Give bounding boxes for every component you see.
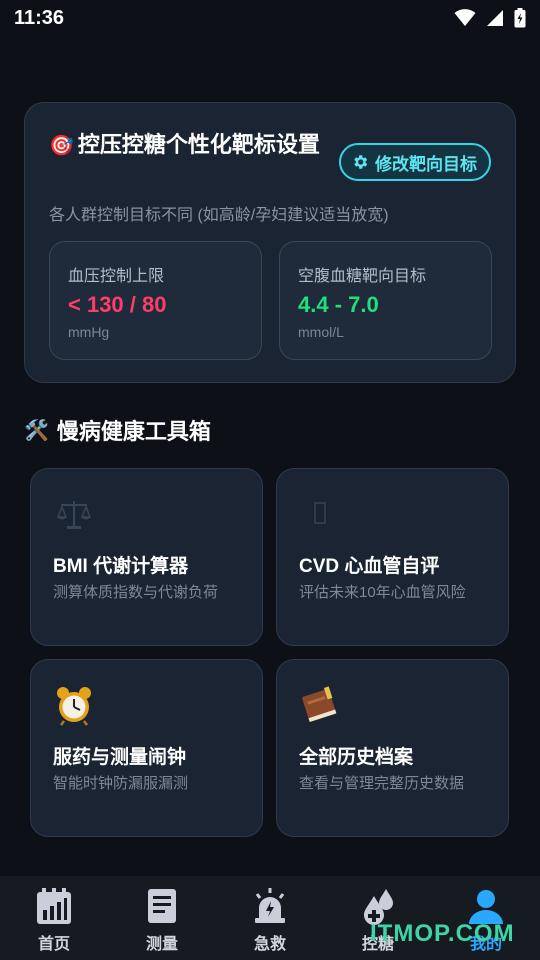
target-card-subtitle: 各人群控制目标不同 (如高龄/孕妇建议适当放宽) [49,207,389,224]
nav-label-emergency: 急救 [253,936,286,953]
status-bar: 11:36 [0,0,540,36]
heart-icon [314,502,326,524]
bp-target-label: 血压控制上限 [68,268,165,285]
tool-card-alarm[interactable]: 服药与测量闹钟 智能时钟防漏服漏测 [30,659,263,837]
modify-target-button[interactable]: 修改靶向目标 [339,143,491,181]
target-card-title-text: 控压控糖个性化靶标设置 [77,132,320,157]
alarm-clock-icon [57,687,91,726]
tool-title-alarm: 服药与测量闹钟 [53,747,187,768]
glucose-target-box[interactable]: 空腹血糖靶向目标 4.4 - 7.0 mmol/L [279,241,492,360]
gear-icon [354,155,368,169]
tool-title-bmi: BMI 代谢计算器 [53,556,189,577]
nav-item-emergency[interactable]: 急救 [216,876,324,960]
tool-title-cvd: CVD 心血管自评 [299,556,440,577]
nav-label-measure: 测量 [145,936,178,953]
glucose-target-unit: mmol/L [298,324,344,340]
status-time: 11:36 [14,6,65,29]
tool-desc-history: 查看与管理完整历史数据 [299,775,465,792]
toolbox-section-title: 🛠️ 慢病健康工具箱 [24,414,211,446]
cell-signal-icon [487,10,503,26]
toolbox-title-text: 慢病健康工具箱 [56,419,211,444]
scales-icon [56,501,92,529]
nav-item-measure[interactable]: 测量 [108,876,216,960]
wifi-icon [454,9,476,26]
target-card-title: 🎯 控压控糖个性化靶标设置 [49,127,339,164]
tools-icon: 🛠️ [24,419,49,442]
clipboard-icon [148,889,176,923]
bp-target-box[interactable]: 血压控制上限 < 130 / 80 mmHg [49,241,262,360]
glucose-target-label: 空腹血糖靶向目标 [298,268,427,285]
tool-card-history[interactable]: 全部历史档案 查看与管理完整历史数据 [276,659,509,837]
tool-card-bmi[interactable]: BMI 代谢计算器 测算体质指数与代谢负荷 [30,468,263,646]
book-icon [302,686,337,722]
siren-icon [255,888,285,923]
tool-desc-bmi: 测算体质指数与代谢负荷 [53,584,219,601]
tool-title-history: 全部历史档案 [299,747,414,768]
bp-target-value: < 130 / 80 [68,292,167,317]
nav-label-home: 首页 [37,936,70,953]
home-chart-icon [37,888,71,924]
watermark: ITMOP.COM [370,920,515,947]
tool-desc-cvd: 评估未来10年心血管风险 [299,584,466,601]
status-icons [454,8,526,28]
modify-target-label: 修改靶向目标 [375,154,477,174]
battery-icon [514,8,526,28]
bp-target-unit: mmHg [68,324,110,340]
target-settings-card: 🎯 控压控糖个性化靶标设置 修改靶向目标 各人群控制目标不同 (如高龄/孕妇建议适… [24,102,516,383]
glucose-target-value: 4.4 - 7.0 [298,292,379,317]
tool-desc-alarm: 智能时钟防漏服漏测 [53,775,189,792]
target-icon: 🎯 [49,135,74,157]
tool-card-cvd[interactable]: CVD 心血管自评 评估未来10年心血管风险 [276,468,509,646]
nav-item-home[interactable]: 首页 [0,876,108,960]
